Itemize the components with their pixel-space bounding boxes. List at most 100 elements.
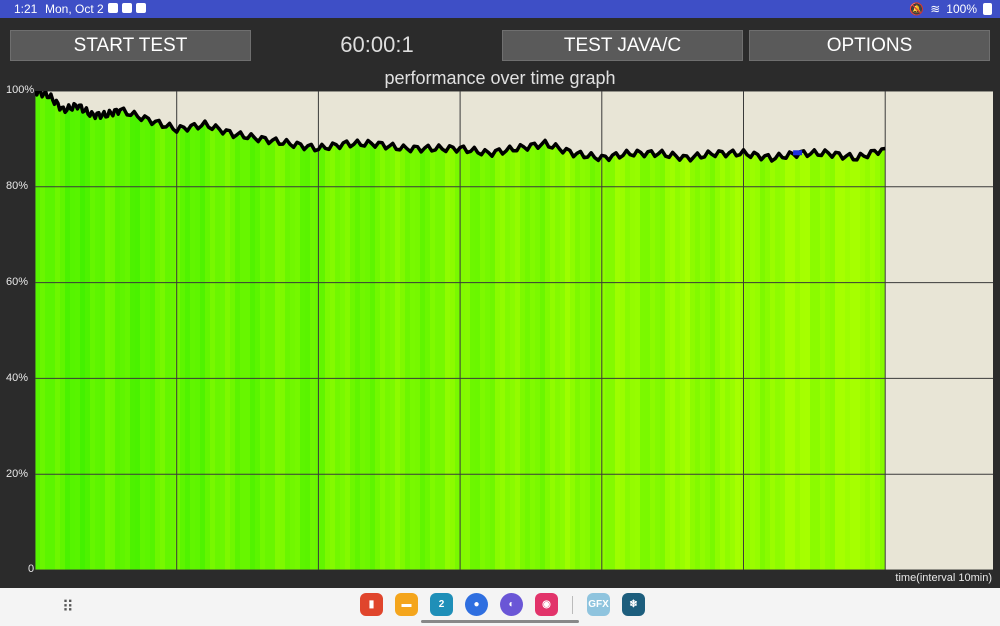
options-button[interactable]: OPTIONS bbox=[749, 30, 990, 61]
fill-stripe bbox=[365, 91, 371, 570]
fill-stripe bbox=[575, 91, 581, 570]
fill-stripe bbox=[495, 91, 501, 570]
fill-stripe bbox=[185, 91, 191, 570]
fill-stripe bbox=[60, 91, 66, 570]
fill-stripe bbox=[40, 91, 46, 570]
fill-stripe bbox=[360, 91, 366, 570]
taskbar-dock: ▮ ▬ 2 ● ◐ ◉ GFX ❄ bbox=[360, 593, 645, 616]
browser-icon[interactable]: ◐ bbox=[500, 593, 523, 616]
y-tick-label: 100% bbox=[6, 84, 35, 96]
fill-stripe bbox=[810, 91, 816, 570]
files-icon[interactable]: ▬ bbox=[395, 593, 418, 616]
fill-stripe bbox=[65, 91, 71, 570]
fill-stripe bbox=[165, 91, 171, 570]
test-java-c-button[interactable]: TEST JAVA/C bbox=[502, 30, 743, 61]
fill-stripe bbox=[725, 91, 731, 570]
fill-stripe bbox=[875, 91, 881, 570]
fill-stripe bbox=[750, 91, 756, 570]
fill-stripe bbox=[95, 91, 101, 570]
fill-stripe bbox=[255, 91, 261, 570]
fill-stripe bbox=[425, 91, 431, 570]
fill-stripe bbox=[215, 91, 221, 570]
fill-stripe bbox=[540, 91, 546, 570]
fill-stripe bbox=[150, 91, 156, 570]
fill-stripe bbox=[625, 91, 631, 570]
status-bar: 1:21 Mon, Oct 2 🔕 ≋ 100% bbox=[0, 0, 1000, 18]
fill-stripe bbox=[760, 91, 766, 570]
fill-stripe bbox=[645, 91, 651, 570]
x-axis-label: time(interval 10min) bbox=[895, 572, 992, 584]
fill-stripe bbox=[615, 91, 621, 570]
fill-stripe bbox=[270, 91, 276, 570]
fill-stripe bbox=[115, 91, 121, 570]
fill-stripe bbox=[295, 91, 301, 570]
app-drawer-icon[interactable]: ⠿ bbox=[62, 597, 74, 617]
fill-stripe bbox=[145, 91, 151, 570]
fill-stripe bbox=[350, 91, 356, 570]
gesture-handle[interactable] bbox=[421, 620, 579, 623]
snowflake-icon[interactable]: ❄ bbox=[622, 593, 645, 616]
fill-stripe bbox=[785, 91, 791, 570]
y-tick-label: 40% bbox=[6, 372, 29, 384]
gfx-icon[interactable]: GFX bbox=[587, 593, 610, 616]
fill-stripe bbox=[345, 91, 351, 570]
fill-stripe bbox=[480, 91, 486, 570]
fill-stripe bbox=[655, 91, 661, 570]
fill-stripe bbox=[90, 91, 96, 570]
fill-stripe bbox=[500, 91, 506, 570]
fill-stripe bbox=[45, 91, 51, 570]
fill-stripe bbox=[550, 91, 556, 570]
fill-stripe bbox=[130, 91, 136, 570]
fill-stripe bbox=[210, 91, 216, 570]
fill-stripe bbox=[850, 91, 856, 570]
fill-stripe bbox=[690, 91, 696, 570]
fill-stripe bbox=[460, 91, 466, 570]
fill-stripe bbox=[580, 91, 586, 570]
fill-stripe bbox=[665, 91, 671, 570]
fill-stripe bbox=[440, 91, 446, 570]
camera-icon[interactable]: ◉ bbox=[535, 593, 558, 616]
fill-stripe bbox=[545, 91, 551, 570]
fill-stripe bbox=[420, 91, 426, 570]
slides-icon[interactable]: ▮ bbox=[360, 593, 383, 616]
gallery-icon bbox=[108, 3, 118, 13]
fill-stripe bbox=[200, 91, 206, 570]
fill-stripe bbox=[560, 91, 566, 570]
fill-stripe bbox=[180, 91, 186, 570]
battery-icon bbox=[983, 3, 992, 15]
graph-title: performance over time graph bbox=[384, 68, 616, 88]
fill-stripe bbox=[845, 91, 851, 570]
fill-stripe bbox=[225, 91, 231, 570]
calendar-icon[interactable]: 2 bbox=[430, 593, 453, 616]
fill-stripe bbox=[535, 91, 541, 570]
fill-stripe bbox=[160, 91, 166, 570]
fill-stripe bbox=[120, 91, 126, 570]
fill-stripe bbox=[80, 91, 86, 570]
fill-stripe bbox=[305, 91, 311, 570]
performance-graph bbox=[35, 91, 993, 570]
fill-stripe bbox=[485, 91, 491, 570]
fill-stripe bbox=[515, 91, 521, 570]
fill-stripe bbox=[330, 91, 336, 570]
fill-stripe bbox=[780, 91, 786, 570]
fill-stripe bbox=[790, 91, 796, 570]
battery-label: 100% bbox=[946, 2, 977, 16]
fill-stripe bbox=[630, 91, 636, 570]
fill-stripe bbox=[835, 91, 841, 570]
fill-stripe bbox=[825, 91, 831, 570]
fill-stripe bbox=[675, 91, 681, 570]
start-test-button[interactable]: START TEST bbox=[10, 30, 251, 61]
fill-stripe bbox=[880, 91, 886, 570]
fill-stripe bbox=[170, 91, 176, 570]
fill-stripe bbox=[175, 91, 181, 570]
fill-stripe bbox=[595, 91, 601, 570]
fill-stripe bbox=[775, 91, 781, 570]
messages-icon[interactable]: ● bbox=[465, 593, 488, 616]
fill-stripe bbox=[325, 91, 331, 570]
fill-stripe bbox=[280, 91, 286, 570]
fill-stripe bbox=[140, 91, 146, 570]
fill-stripe bbox=[715, 91, 721, 570]
fill-stripe bbox=[530, 91, 536, 570]
fill-stripe bbox=[735, 91, 741, 570]
fill-stripe bbox=[250, 91, 256, 570]
